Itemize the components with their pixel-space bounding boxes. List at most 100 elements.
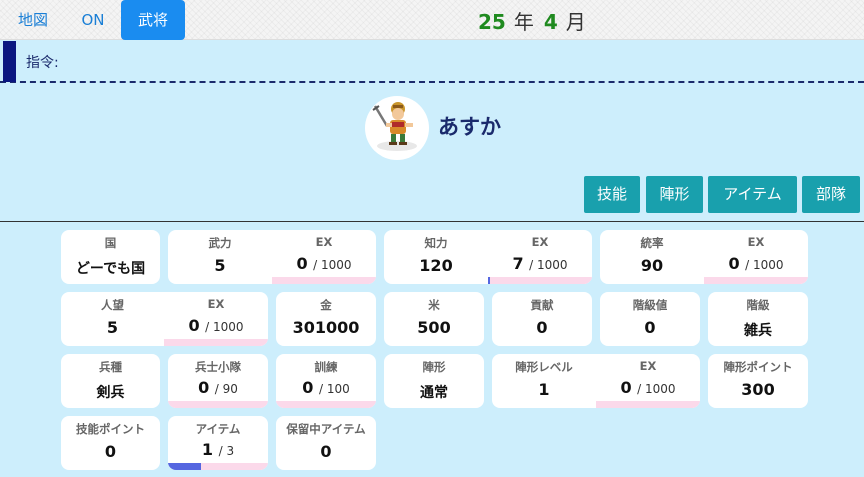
troop-type-label: 兵種 xyxy=(99,360,122,374)
gold-label: 金 xyxy=(320,298,332,312)
rice-cell: 米 500 xyxy=(384,292,484,346)
command-accent xyxy=(3,41,16,82)
training-current: 0 xyxy=(302,378,314,397)
power-label: 武力 xyxy=(208,236,232,250)
power-ex-label: EX xyxy=(315,235,333,249)
contribution-value: 0 xyxy=(536,318,548,337)
intellect-ex-label: EX xyxy=(531,235,549,249)
contribution-cell: 貢献 0 xyxy=(492,292,592,346)
rank-card: 階級 雑兵 xyxy=(708,292,808,346)
leadership-ex-progress xyxy=(704,277,808,284)
general-name: あすか xyxy=(438,115,501,139)
training-label: 訓練 xyxy=(314,360,338,374)
training-card: 訓練 0 / 100 xyxy=(276,354,376,408)
intellect-ex-current: 7 xyxy=(512,254,524,273)
leadership-card: 統率 90 EX 0 / 1000 xyxy=(600,230,808,284)
power-cell: 武力 5 xyxy=(168,230,272,284)
formation-points-cell: 陣形ポイント 300 xyxy=(708,354,808,408)
power-ex-max: / 1000 xyxy=(313,258,352,272)
items-value: 1 / 3 xyxy=(168,440,268,459)
rank-value-card: 階級値 0 xyxy=(600,292,700,346)
rice-label: 米 xyxy=(428,298,440,312)
popularity-label: 人望 xyxy=(101,298,124,312)
popularity-ex-progress xyxy=(164,339,268,346)
formation-points-card: 陣形ポイント 300 xyxy=(708,354,808,408)
rank-value: 雑兵 xyxy=(744,323,772,339)
squad-value: 0 / 90 xyxy=(168,378,268,397)
troop-type-card: 兵種 剣兵 xyxy=(61,354,160,408)
intellect-cell: 知力 120 xyxy=(384,230,488,284)
formation-points-value: 300 xyxy=(741,380,775,399)
leadership-label: 統率 xyxy=(640,236,664,250)
formation-button[interactable]: 陣形 xyxy=(646,176,703,213)
country-label: 国 xyxy=(104,236,117,250)
squad-current: 0 xyxy=(198,378,210,397)
top-bar: 地図 ON 武将 25 年 4 月 xyxy=(0,0,864,40)
formation-level-ex-label: EX xyxy=(639,359,657,373)
items-card: アイテム 1 / 3 xyxy=(168,416,268,470)
training-cell: 訓練 0 / 100 xyxy=(276,354,376,408)
popularity-ex-label: EX xyxy=(207,297,225,311)
intellect-ex-cell: EX 7 / 1000 xyxy=(488,230,592,284)
popularity-ex-cell: EX 0 / 1000 xyxy=(164,292,268,346)
stored-items-card: 保留中アイテム 0 xyxy=(276,416,376,470)
power-ex-current: 0 xyxy=(296,254,308,273)
stored-items-cell: 保留中アイテム 0 xyxy=(276,416,376,470)
items-button[interactable]: アイテム xyxy=(708,176,797,213)
rank-label: 階級 xyxy=(746,298,770,312)
formation-label: 陣形 xyxy=(422,360,446,374)
skill-points-label: 技能ポイント xyxy=(76,422,145,436)
formation-level-ex-current: 0 xyxy=(620,378,632,397)
leadership-ex-value: 0 / 1000 xyxy=(704,254,808,273)
rank-value-cell: 階級値 0 xyxy=(600,292,700,346)
nav-on-tab[interactable]: ON xyxy=(66,0,120,40)
leadership-ex-label: EX xyxy=(747,235,765,249)
leadership-ex-max: / 1000 xyxy=(745,258,784,272)
formation-card: 陣形 通常 xyxy=(384,354,484,408)
formation-level-value: 1 xyxy=(538,380,550,399)
rice-card: 米 500 xyxy=(384,292,484,346)
formation-level-ex-value: 0 / 1000 xyxy=(596,378,700,397)
section-divider xyxy=(0,221,864,222)
formation-value: 通常 xyxy=(420,385,448,401)
country-value: どーでも国 xyxy=(75,261,146,277)
nav-general-tab[interactable]: 武将 xyxy=(121,0,185,40)
nav-map-tab[interactable]: 地図 xyxy=(0,0,66,40)
skills-button[interactable]: 技能 xyxy=(584,176,640,213)
squad-max: / 90 xyxy=(214,382,238,396)
intellect-card: 知力 120 EX 7 / 1000 xyxy=(384,230,592,284)
stored-items-value: 0 xyxy=(320,442,332,461)
formation-points-label: 陣形ポイント xyxy=(723,360,793,374)
formation-level-ex-progress xyxy=(596,401,700,408)
intellect-ex-value: 7 / 1000 xyxy=(488,254,592,273)
contribution-label: 貢献 xyxy=(530,298,554,312)
country-cell: 国 どーでも国 xyxy=(61,230,160,284)
items-progress-fill xyxy=(168,463,202,470)
date-year: 25 xyxy=(478,10,506,34)
leadership-ex-current: 0 xyxy=(728,254,740,273)
skill-points-value: 0 xyxy=(104,442,117,461)
intellect-label: 知力 xyxy=(424,236,448,250)
formation-cell: 陣形 通常 xyxy=(384,354,484,408)
rice-value: 500 xyxy=(417,318,451,337)
troops-button[interactable]: 部隊 xyxy=(802,176,860,213)
popularity-cell: 人望 5 xyxy=(61,292,164,346)
power-ex-cell: EX 0 / 1000 xyxy=(272,230,376,284)
date-year-unit: 年 xyxy=(513,10,534,34)
rank-value-value: 0 xyxy=(644,318,656,337)
command-label: 指令: xyxy=(26,55,59,71)
formation-level-card: 陣形レベル 1 EX 0 / 1000 xyxy=(492,354,700,408)
skill-points-card: 技能ポイント 0 xyxy=(61,416,160,470)
rank-value-label: 階級値 xyxy=(632,298,668,312)
power-value: 5 xyxy=(214,256,226,275)
popularity-ex-max: / 1000 xyxy=(205,320,244,334)
popularity-ex-value: 0 / 1000 xyxy=(164,316,268,335)
game-date: 25 年 4 月 xyxy=(478,6,596,35)
date-month-unit: 月 xyxy=(565,10,586,34)
stored-items-label: 保留中アイテム xyxy=(286,422,366,436)
troop-type-cell: 兵種 剣兵 xyxy=(61,354,160,408)
items-max: / 3 xyxy=(218,444,235,458)
intellect-value: 120 xyxy=(419,256,453,275)
squad-cell: 兵士小隊 0 / 90 xyxy=(168,354,268,408)
warrior-sprite-icon xyxy=(365,96,429,160)
